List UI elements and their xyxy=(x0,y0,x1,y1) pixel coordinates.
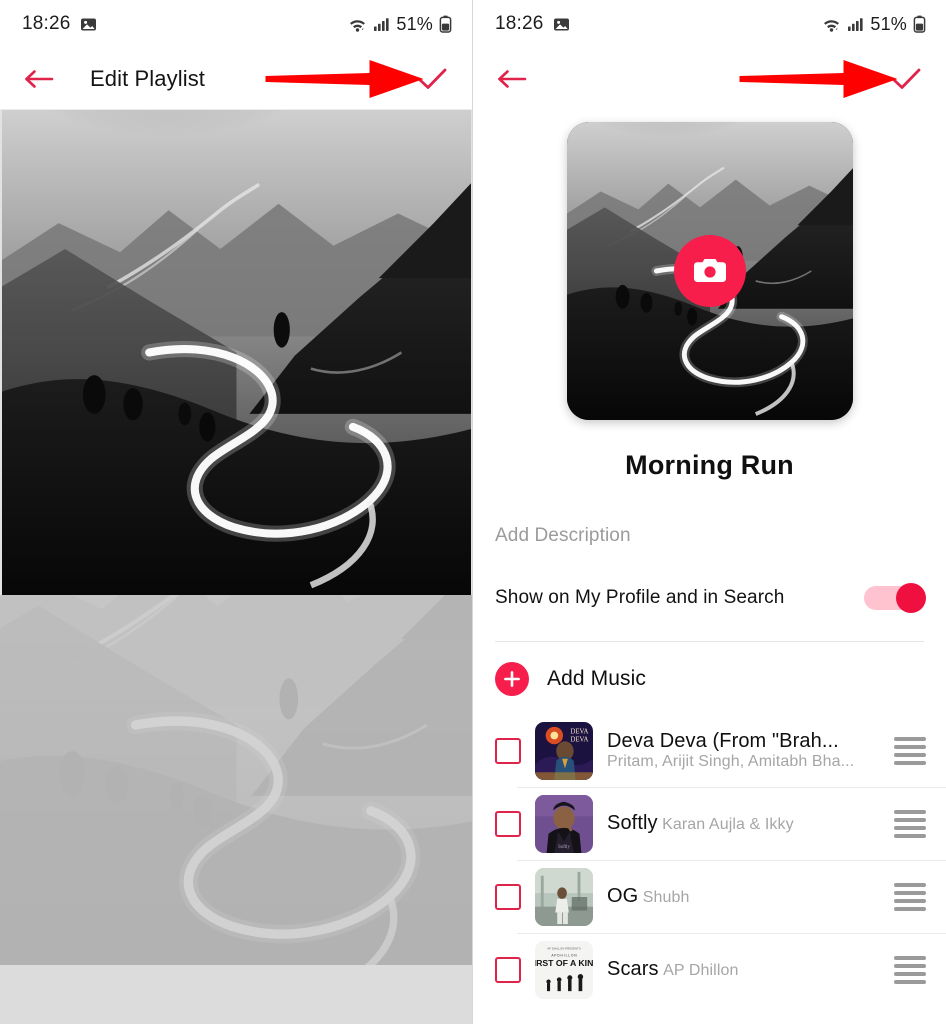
song-artist: Shubh xyxy=(642,889,690,906)
cover-area xyxy=(473,110,946,420)
song-row[interactable]: Softly Karan Aujla & Ikky xyxy=(473,787,946,860)
song-texts: Scars AP Dhillon xyxy=(607,958,880,981)
playlist-edit-form: Morning Run Add Description Show on My P… xyxy=(473,110,946,1024)
status-time: 18:26 xyxy=(22,13,71,34)
add-music-label: Add Music xyxy=(547,667,646,690)
drag-handle-icon[interactable] xyxy=(894,736,926,765)
cover-photo-faded-overlay xyxy=(0,595,472,965)
wifi-icon xyxy=(348,16,367,33)
cover-photo-editor[interactable] xyxy=(0,110,472,1024)
change-cover-photo-button[interactable] xyxy=(673,235,746,307)
show-on-profile-toggle[interactable] xyxy=(864,583,926,613)
back-button-right[interactable] xyxy=(495,62,529,96)
right-phone-screen: 18:26 51% Morning Run Add Description Sh… xyxy=(473,0,946,1024)
song-texts: OG Shubh xyxy=(607,885,880,908)
toggle-knob xyxy=(896,583,926,613)
song-artist: Karan Aujla & Ikky xyxy=(662,816,794,833)
screenshot-root: 18:26 51% Edit Playlist 18:26 51% Mornin… xyxy=(0,0,946,1024)
confirm-button-left[interactable] xyxy=(414,61,450,97)
song-list: Deva Deva (From "Brah... Pritam, Arijit … xyxy=(473,714,946,1006)
signal-icon xyxy=(847,16,864,32)
battery-percent: 51% xyxy=(396,13,433,34)
back-arrow-icon xyxy=(24,67,54,91)
playlist-title[interactable]: Morning Run xyxy=(473,450,946,481)
status-bar-right: 18:26 51% xyxy=(473,0,946,48)
status-bar-right-left-group: 18:26 xyxy=(495,13,570,35)
nav-bar-left: Edit Playlist xyxy=(0,48,472,110)
annotation-arrow-left xyxy=(263,56,428,102)
song-title: Softly xyxy=(607,812,658,834)
battery-icon xyxy=(913,15,926,33)
status-time: 18:26 xyxy=(495,13,544,34)
drag-handle-icon[interactable] xyxy=(894,809,926,838)
camera-icon xyxy=(693,256,727,286)
song-title: OG xyxy=(607,885,639,907)
show-on-profile-row[interactable]: Show on My Profile and in Search xyxy=(473,547,946,613)
album-art xyxy=(535,941,593,999)
album-art xyxy=(535,868,593,926)
song-row[interactable]: Scars AP Dhillon xyxy=(473,933,946,1006)
back-arrow-icon xyxy=(497,67,527,91)
album-art xyxy=(535,722,593,780)
cover-photo-crop-area[interactable] xyxy=(2,110,471,595)
status-bar-right-right-group: 51% xyxy=(822,14,926,35)
photo-icon xyxy=(553,16,570,33)
playlist-cover-image[interactable] xyxy=(566,122,853,420)
song-title: Deva Deva (From "Brah... xyxy=(607,730,839,752)
nav-bar-right xyxy=(473,48,946,110)
song-checkbox[interactable] xyxy=(495,810,521,837)
song-row[interactable]: OG Shubh xyxy=(473,860,946,933)
drag-handle-icon[interactable] xyxy=(894,955,926,984)
song-artist: AP Dhillon xyxy=(663,962,739,979)
song-artist: Pritam, Arijit Singh, Amitabh Bha... xyxy=(607,753,855,770)
battery-percent: 51% xyxy=(870,13,907,34)
confirm-button-right[interactable] xyxy=(888,61,924,97)
photo-icon xyxy=(80,16,97,33)
checkmark-icon xyxy=(890,66,922,92)
checkmark-icon xyxy=(416,66,448,92)
song-texts: Softly Karan Aujla & Ikky xyxy=(607,812,880,835)
battery-icon xyxy=(439,15,452,33)
drag-handle-icon[interactable] xyxy=(894,882,926,911)
cover-photo-bottom-bar xyxy=(0,965,472,1024)
song-checkbox[interactable] xyxy=(495,883,521,910)
status-bar-left: 18:26 51% xyxy=(0,0,472,48)
song-texts: Deva Deva (From "Brah... Pritam, Arijit … xyxy=(607,730,880,771)
back-button-left[interactable] xyxy=(22,62,56,96)
add-music-row[interactable]: Add Music xyxy=(473,642,946,714)
plus-icon xyxy=(495,662,529,696)
song-title: Scars xyxy=(607,958,659,980)
wifi-icon xyxy=(822,16,841,33)
page-title: Edit Playlist xyxy=(90,65,206,91)
song-checkbox[interactable] xyxy=(495,956,521,983)
status-bar-right-group: 51% xyxy=(348,14,452,35)
left-phone-screen: 18:26 51% Edit Playlist xyxy=(0,0,473,1024)
annotation-arrow-right xyxy=(737,56,902,102)
status-bar-left-group: 18:26 xyxy=(22,13,97,35)
signal-icon xyxy=(373,16,390,32)
song-checkbox[interactable] xyxy=(495,737,521,764)
song-row[interactable]: Deva Deva (From "Brah... Pritam, Arijit … xyxy=(473,714,946,787)
show-on-profile-label: Show on My Profile and in Search xyxy=(495,587,785,608)
album-art xyxy=(535,795,593,853)
description-input[interactable]: Add Description xyxy=(473,481,946,547)
